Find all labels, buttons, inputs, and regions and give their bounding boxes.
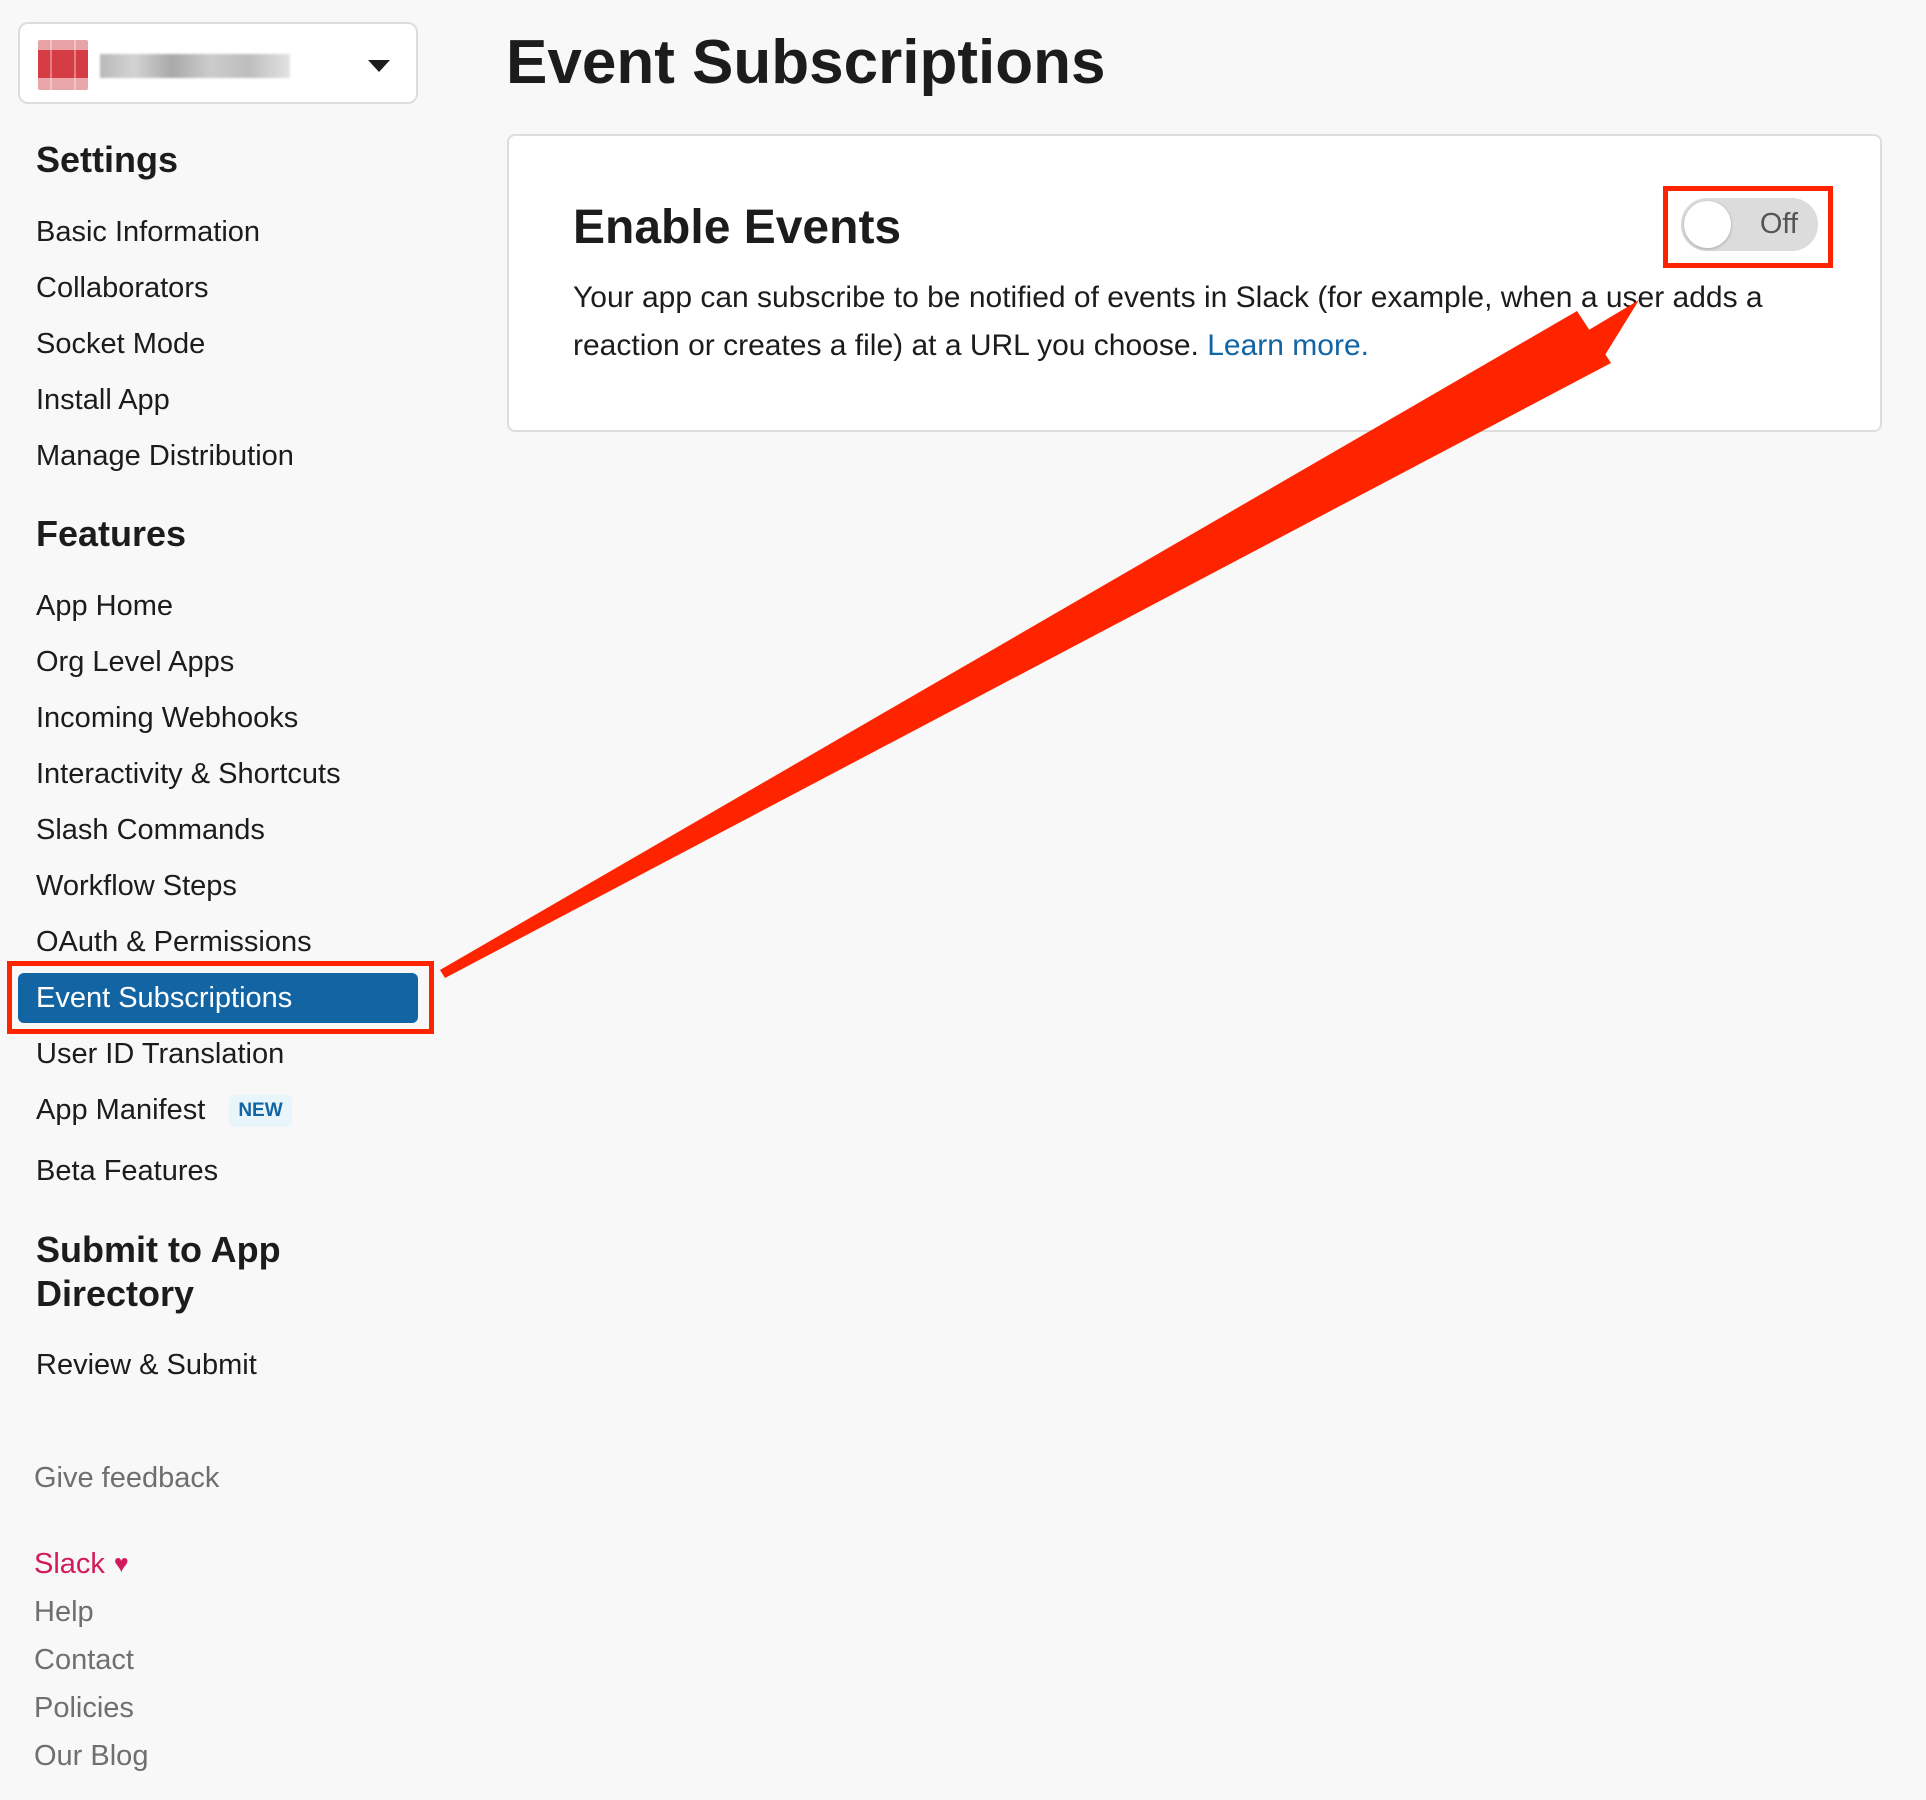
page-title: Event Subscriptions	[506, 28, 1106, 97]
sidebar-item-event-subscriptions[interactable]: Event Subscriptions	[18, 973, 418, 1023]
sidebar-item-install-app[interactable]: Install App	[36, 380, 170, 420]
enable-events-title: Enable Events	[573, 201, 902, 254]
sidebar-item-socket-mode[interactable]: Socket Mode	[36, 324, 205, 364]
new-badge: NEW	[229, 1095, 292, 1127]
sidebar-item-collaborators[interactable]: Collaborators	[36, 268, 208, 308]
enable-events-toggle[interactable]: Off	[1681, 198, 1818, 251]
heart-icon: ♥	[113, 1550, 129, 1578]
contact-footer-link[interactable]: Contact	[34, 1640, 134, 1680]
submit-section-title-line1: Submit to App	[36, 1229, 281, 1270]
features-section-title: Features	[36, 513, 187, 554]
sidebar-item-user-id-translation[interactable]: User ID Translation	[36, 1034, 284, 1074]
enable-events-description: Your app can subscribe to be notified of…	[573, 274, 1828, 370]
sidebar-item-oauth-permissions[interactable]: OAuth & Permissions	[36, 922, 312, 962]
sidebar-item-manage-distribution[interactable]: Manage Distribution	[36, 436, 294, 476]
settings-section-title: Settings	[36, 139, 179, 180]
sidebar-item-beta-features[interactable]: Beta Features	[36, 1151, 218, 1191]
sidebar: Settings Basic Information Collaborators…	[0, 0, 440, 1800]
toggle-knob	[1684, 201, 1731, 248]
sidebar-item-org-level-apps[interactable]: Org Level Apps	[36, 642, 234, 682]
app-icon	[38, 40, 88, 90]
app-switcher[interactable]	[18, 22, 418, 104]
chevron-down-icon	[368, 60, 390, 72]
policies-footer-link[interactable]: Policies	[34, 1688, 134, 1728]
slack-footer-label: Slack	[34, 1548, 105, 1580]
submit-section-title-line2: Directory	[36, 1273, 195, 1314]
enable-events-card: Enable Events Off Your app can subscribe…	[507, 134, 1882, 432]
app-name-obscured	[100, 54, 290, 78]
description-text: Your app can subscribe to be notified of…	[573, 281, 1763, 362]
sidebar-item-interactivity-shortcuts[interactable]: Interactivity & Shortcuts	[36, 754, 341, 794]
sidebar-item-incoming-webhooks[interactable]: Incoming Webhooks	[36, 698, 298, 738]
toggle-off-label: Off	[1759, 208, 1798, 240]
slack-footer-link[interactable]: Slack ♥	[34, 1544, 129, 1584]
blog-footer-link[interactable]: Our Blog	[34, 1736, 148, 1776]
sidebar-item-basic-information[interactable]: Basic Information	[36, 212, 260, 252]
sidebar-item-app-manifest[interactable]: App Manifest	[36, 1090, 205, 1130]
sidebar-item-workflow-steps[interactable]: Workflow Steps	[36, 866, 237, 906]
sidebar-item-review-submit[interactable]: Review & Submit	[36, 1345, 257, 1385]
learn-more-link[interactable]: Learn more.	[1207, 329, 1369, 362]
sidebar-item-app-home[interactable]: App Home	[36, 586, 173, 626]
help-footer-link[interactable]: Help	[34, 1592, 94, 1632]
give-feedback-link[interactable]: Give feedback	[34, 1458, 219, 1498]
sidebar-item-slash-commands[interactable]: Slash Commands	[36, 810, 265, 850]
